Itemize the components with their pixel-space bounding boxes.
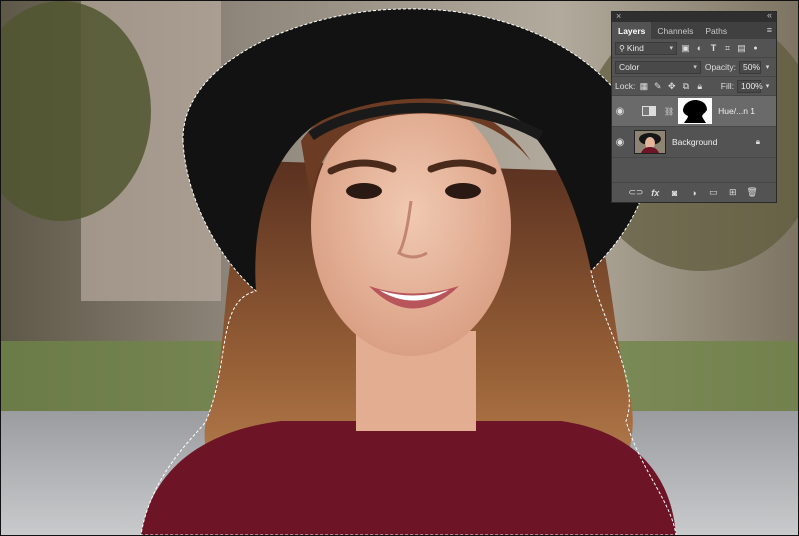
layers-empty-space	[612, 158, 776, 175]
blend-mode-dropdown[interactable]: Color ▾	[615, 60, 701, 74]
tab-layers[interactable]: Layers	[612, 22, 652, 39]
smart-object-filter-icon[interactable]: ▤	[736, 43, 747, 54]
layer-thumbnail	[634, 130, 666, 154]
layer-row-background[interactable]: ◉ Background 🔒︎	[612, 127, 776, 158]
sweater	[141, 421, 676, 535]
panel-tabs: Layers Channels Paths ≡	[612, 22, 776, 39]
layers-panel: × « Layers Channels Paths ≡ ⚲ Kind ▾ ▣ ◐…	[611, 10, 777, 203]
shape-filter-icon[interactable]: ⌗	[722, 43, 733, 54]
lock-transparent-icon[interactable]: ▦	[638, 81, 649, 92]
chain-link-icon[interactable]: ⛓	[664, 107, 674, 116]
search-icon: ⚲	[619, 43, 625, 53]
link-layers-icon[interactable]: ⊂⊃	[628, 187, 643, 198]
type-filter-icon[interactable]: T	[708, 43, 719, 54]
layer-name: Background	[672, 137, 718, 147]
filter-row: ⚲ Kind ▾ ▣ ◐ T ⌗ ▤ ●	[612, 39, 776, 58]
blend-mode-value: Color	[619, 62, 640, 72]
lock-icon: 🔒︎	[755, 137, 760, 146]
lock-row: Lock: ▦ ✎ ✥ ⧉ 🔒︎ Fill: 100% ▾	[612, 77, 776, 96]
fx-icon[interactable]: fx	[650, 187, 661, 198]
adjustment-filter-icon[interactable]: ◐	[694, 43, 705, 54]
add-mask-icon[interactable]: ◙	[669, 187, 680, 198]
blend-row: Color ▾ Opacity: 50% ▾	[612, 58, 776, 77]
chevron-down-icon: ▾	[669, 45, 673, 52]
pixel-filter-icon[interactable]: ▣	[680, 43, 691, 54]
opacity-input[interactable]: 50%	[739, 60, 762, 74]
filter-kind-dropdown[interactable]: ⚲ Kind ▾	[615, 41, 677, 55]
chevron-down-icon: ▾	[693, 64, 697, 71]
tab-channels[interactable]: Channels	[651, 22, 699, 39]
delete-layer-icon[interactable]: 🗑︎	[746, 187, 757, 198]
new-layer-icon[interactable]: ⊞	[727, 187, 738, 198]
filter-toggle-icon[interactable]: ●	[750, 43, 761, 54]
lock-brush-icon[interactable]: ✎	[652, 81, 663, 92]
filter-kind-label: Kind	[626, 43, 644, 53]
chevron-down-icon[interactable]: ▾	[762, 62, 773, 73]
fill-value: 100%	[741, 81, 763, 91]
lock-all-icon[interactable]: 🔒︎	[694, 81, 705, 92]
chevron-down-icon[interactable]: ▾	[762, 81, 773, 92]
new-adjustment-icon[interactable]: ◑	[689, 187, 700, 198]
close-panel-icon[interactable]: ×	[616, 11, 621, 21]
layer-mask-thumbnail[interactable]	[678, 98, 713, 124]
fill-label: Fill:	[720, 81, 734, 91]
layer-row-hue-saturation[interactable]: ◉ ⛓ Hue/...n 1	[612, 96, 776, 127]
lock-label: Lock:	[615, 81, 636, 91]
tab-paths[interactable]: Paths	[699, 22, 733, 39]
opacity-label: Opacity:	[704, 62, 737, 72]
collapse-panel-icon[interactable]: «	[767, 10, 772, 20]
mask-silhouette-icon	[683, 100, 708, 123]
photo-thumbnail-icon	[635, 131, 665, 153]
opacity-value: 50%	[743, 62, 761, 72]
adjustment-layer-icon	[642, 106, 656, 116]
layer-name: Hue/...n 1	[718, 106, 756, 116]
artboard-icon[interactable]: ⧉	[680, 81, 691, 92]
eye-icon[interactable]: ◉	[612, 106, 628, 117]
document-canvas[interactable]: × « Layers Channels Paths ≡ ⚲ Kind ▾ ▣ ◐…	[0, 0, 799, 536]
eye	[346, 183, 382, 199]
panel-footer-toolbar: ⊂⊃ fx ◙ ◑ ▭ ⊞ 🗑︎	[612, 182, 776, 202]
new-group-icon[interactable]: ▭	[708, 187, 719, 198]
lock-position-icon[interactable]: ✥	[666, 81, 677, 92]
panel-menu-icon[interactable]: ≡	[767, 25, 772, 35]
fill-input[interactable]: 100%	[737, 79, 763, 93]
eye-icon[interactable]: ◉	[612, 137, 628, 148]
panel-title-bar[interactable]: × «	[612, 10, 776, 22]
eye	[445, 183, 481, 199]
